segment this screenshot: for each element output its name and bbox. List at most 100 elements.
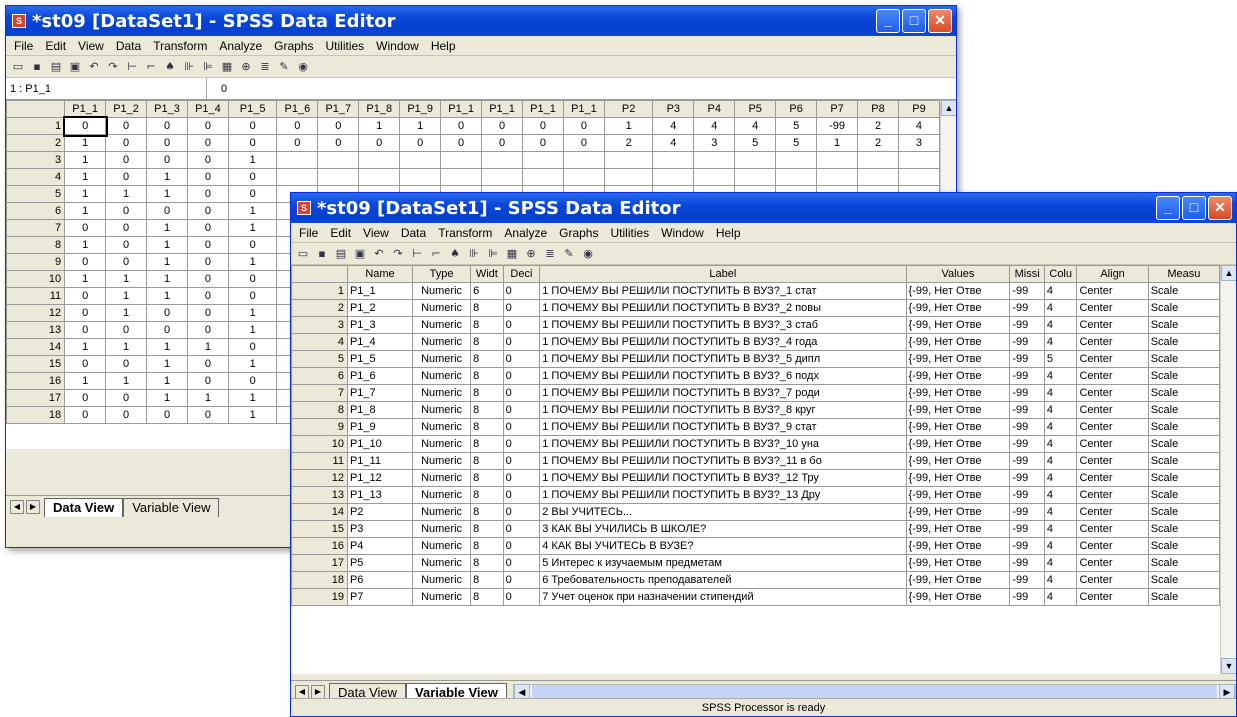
- row-number[interactable]: 15: [291, 520, 348, 538]
- variable-cell[interactable]: Scale: [1147, 401, 1221, 419]
- column-header[interactable]: P6: [775, 100, 818, 118]
- variable-cell[interactable]: Numeric: [412, 554, 472, 572]
- variable-cell[interactable]: Numeric: [412, 367, 472, 385]
- weight-cases-icon[interactable]: ⊕: [523, 246, 539, 262]
- variable-cell[interactable]: {-99, Нет Отве: [905, 503, 1011, 521]
- data-cell[interactable]: 1: [64, 338, 107, 356]
- data-cell[interactable]: 0: [522, 134, 564, 152]
- variable-cell[interactable]: {-99, Нет Отве: [905, 435, 1011, 453]
- column-header[interactable]: Deci: [502, 265, 541, 283]
- variable-cell[interactable]: P1_10: [346, 435, 414, 453]
- data-cell[interactable]: [857, 168, 899, 186]
- variable-cell[interactable]: P1_12: [346, 469, 414, 487]
- variable-cell[interactable]: 1 ПОЧЕМУ ВЫ РЕШИЛИ ПОСТУПИТЬ В ВУЗ?_9 ст…: [539, 418, 907, 436]
- tab-data-view[interactable]: Data View: [44, 498, 124, 517]
- variable-cell[interactable]: 0: [502, 554, 541, 572]
- variable-cell[interactable]: -99: [1009, 588, 1045, 606]
- row-number[interactable]: 5: [6, 185, 66, 203]
- vertical-scrollbar[interactable]: ▲ ▼: [1220, 265, 1236, 674]
- variable-cell[interactable]: 1 ПОЧЕМУ ВЫ РЕШИЛИ ПОСТУПИТЬ В ВУЗ?_7 ро…: [539, 384, 907, 402]
- variable-cell[interactable]: Numeric: [412, 401, 472, 419]
- data-cell[interactable]: 0: [146, 134, 188, 152]
- variable-cell[interactable]: Center: [1076, 452, 1149, 470]
- maximize-button[interactable]: □: [902, 9, 926, 33]
- menu-analyze[interactable]: Analyze: [213, 39, 268, 53]
- variable-cell[interactable]: P5: [346, 554, 414, 572]
- column-header[interactable]: P1_7: [317, 100, 360, 118]
- row-number[interactable]: 2: [291, 299, 348, 317]
- data-cell[interactable]: 5: [734, 134, 777, 152]
- variable-cell[interactable]: 4: [1043, 503, 1078, 521]
- row-number[interactable]: 8: [6, 236, 66, 254]
- column-header[interactable]: P1_8: [358, 100, 401, 118]
- data-cell[interactable]: 0: [562, 117, 605, 135]
- tab-prev-button[interactable]: ◀: [10, 499, 24, 514]
- variable-cell[interactable]: -99: [1009, 401, 1045, 419]
- data-cell[interactable]: 0: [105, 219, 148, 237]
- menu-transform[interactable]: Transform: [432, 226, 498, 240]
- variable-cell[interactable]: 4: [1043, 588, 1078, 606]
- variable-cell[interactable]: Numeric: [412, 282, 472, 300]
- data-cell[interactable]: 0: [227, 338, 278, 356]
- variable-cell[interactable]: 8: [470, 503, 504, 521]
- menu-window[interactable]: Window: [655, 226, 710, 240]
- variable-cell[interactable]: {-99, Нет Отве: [905, 537, 1011, 555]
- variable-cell[interactable]: 1 ПОЧЕМУ ВЫ РЕШИЛИ ПОСТУПИТЬ В ВУЗ?_4 го…: [539, 333, 907, 351]
- data-cell[interactable]: [481, 151, 524, 169]
- title-bar[interactable]: S *st09 [DataSet1] - SPSS Data Editor _ …: [291, 193, 1236, 223]
- row-number[interactable]: 19: [291, 588, 348, 606]
- variable-cell[interactable]: 0: [502, 520, 541, 538]
- data-cell[interactable]: 0: [186, 202, 229, 220]
- variable-cell[interactable]: {-99, Нет Отве: [905, 452, 1011, 470]
- variable-cell[interactable]: Center: [1076, 384, 1149, 402]
- column-header[interactable]: Measu: [1147, 265, 1221, 283]
- variable-cell[interactable]: 0: [502, 588, 541, 606]
- column-header[interactable]: Colu: [1043, 265, 1078, 283]
- maximize-button[interactable]: □: [1182, 196, 1206, 220]
- data-cell[interactable]: 4: [652, 117, 695, 135]
- row-number[interactable]: 13: [6, 321, 66, 339]
- row-number[interactable]: 17: [291, 554, 348, 572]
- tab-next-button[interactable]: ▶: [311, 684, 325, 699]
- variable-cell[interactable]: Center: [1076, 299, 1149, 317]
- row-number[interactable]: 1: [6, 117, 66, 135]
- data-cell[interactable]: 1: [186, 389, 229, 407]
- column-header[interactable]: P1_3: [146, 100, 188, 118]
- variables-icon[interactable]: ⌐: [143, 59, 159, 75]
- data-cell[interactable]: [652, 151, 695, 169]
- data-cell[interactable]: [399, 168, 442, 186]
- variable-cell[interactable]: 2 ВЫ УЧИТЕСЬ...: [539, 503, 907, 521]
- column-header[interactable]: P1_5: [227, 100, 278, 118]
- data-cell[interactable]: 0: [227, 287, 278, 305]
- dialog-recall-icon[interactable]: ▣: [67, 59, 83, 75]
- variable-cell[interactable]: -99: [1009, 486, 1045, 504]
- variable-cell[interactable]: 8: [470, 537, 504, 555]
- variable-cell[interactable]: 1 ПОЧЕМУ ВЫ РЕШИЛИ ПОСТУПИТЬ В ВУЗ?_12 Т…: [539, 469, 907, 487]
- data-cell[interactable]: 4: [734, 117, 777, 135]
- variable-cell[interactable]: 0: [502, 316, 541, 334]
- data-cell[interactable]: [652, 168, 695, 186]
- variable-cell[interactable]: P1_1: [346, 282, 414, 300]
- variable-cell[interactable]: P1_5: [346, 350, 414, 368]
- open-icon[interactable]: ▭: [295, 246, 311, 262]
- data-cell[interactable]: 1: [146, 236, 188, 254]
- data-cell[interactable]: 0: [105, 168, 148, 186]
- variable-cell[interactable]: 0: [502, 350, 541, 368]
- data-cell[interactable]: 0: [276, 117, 319, 135]
- data-cell[interactable]: 0: [227, 168, 278, 186]
- data-cell[interactable]: 4: [693, 117, 736, 135]
- variable-cell[interactable]: P7: [346, 588, 414, 606]
- variable-cell[interactable]: 4: [1043, 367, 1078, 385]
- data-cell[interactable]: 0: [105, 321, 148, 339]
- variable-cell[interactable]: -99: [1009, 520, 1045, 538]
- tab-next-button[interactable]: ▶: [26, 499, 40, 514]
- data-cell[interactable]: 1: [105, 304, 148, 322]
- variable-cell[interactable]: 4 КАК ВЫ УЧИТЕСЬ В ВУЗЕ?: [539, 537, 907, 555]
- data-cell[interactable]: 1: [358, 117, 401, 135]
- data-cell[interactable]: 1: [146, 270, 188, 288]
- variable-cell[interactable]: Scale: [1147, 384, 1221, 402]
- data-cell[interactable]: [816, 168, 859, 186]
- data-cell[interactable]: 0: [64, 321, 107, 339]
- data-cell[interactable]: 1: [64, 202, 107, 220]
- variable-cell[interactable]: P1_7: [346, 384, 414, 402]
